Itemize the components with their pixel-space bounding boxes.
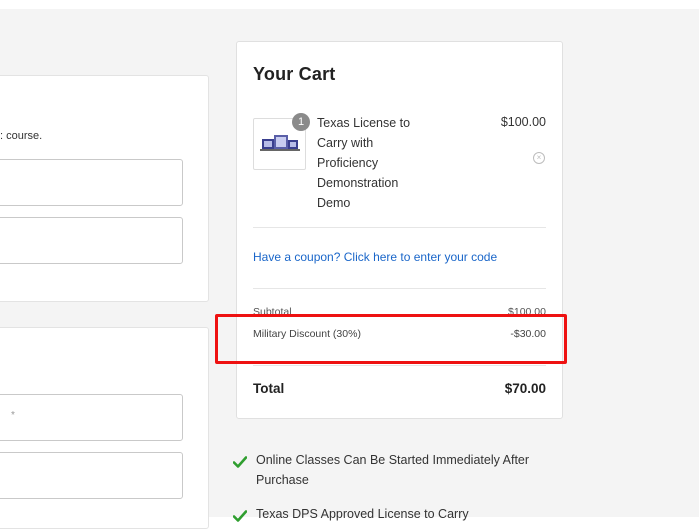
checkmark-icon: [233, 456, 247, 468]
form-input-3[interactable]: [0, 394, 183, 441]
form-input-4[interactable]: [0, 452, 183, 499]
required-asterisk: *: [11, 410, 15, 421]
divider: [253, 227, 546, 228]
cart-item-name: Texas License to Carry with Proficiency …: [317, 116, 411, 210]
total-label: Total: [253, 381, 285, 396]
remove-item-icon[interactable]: ×: [533, 152, 545, 164]
form-panel-description: : course.: [0, 130, 43, 142]
quantity-badge: 1: [292, 113, 310, 131]
coupon-link[interactable]: Have a coupon? Click here to enter your …: [253, 250, 497, 264]
discount-highlight-box: [215, 314, 567, 364]
form-input-2[interactable]: [0, 217, 183, 264]
cart-title: Your Cart: [253, 64, 336, 84]
checkmark-icon: [233, 510, 247, 522]
total-value: $70.00: [504, 381, 546, 396]
divider: [253, 365, 546, 366]
divider: [253, 288, 546, 289]
form-input-1[interactable]: [0, 159, 183, 206]
cart-item-price: $100.00: [500, 115, 546, 129]
feature-text: Online Classes Can Be Started Immediatel…: [256, 453, 530, 487]
feature-text: Texas DPS Approved License to Carry: [256, 507, 469, 521]
